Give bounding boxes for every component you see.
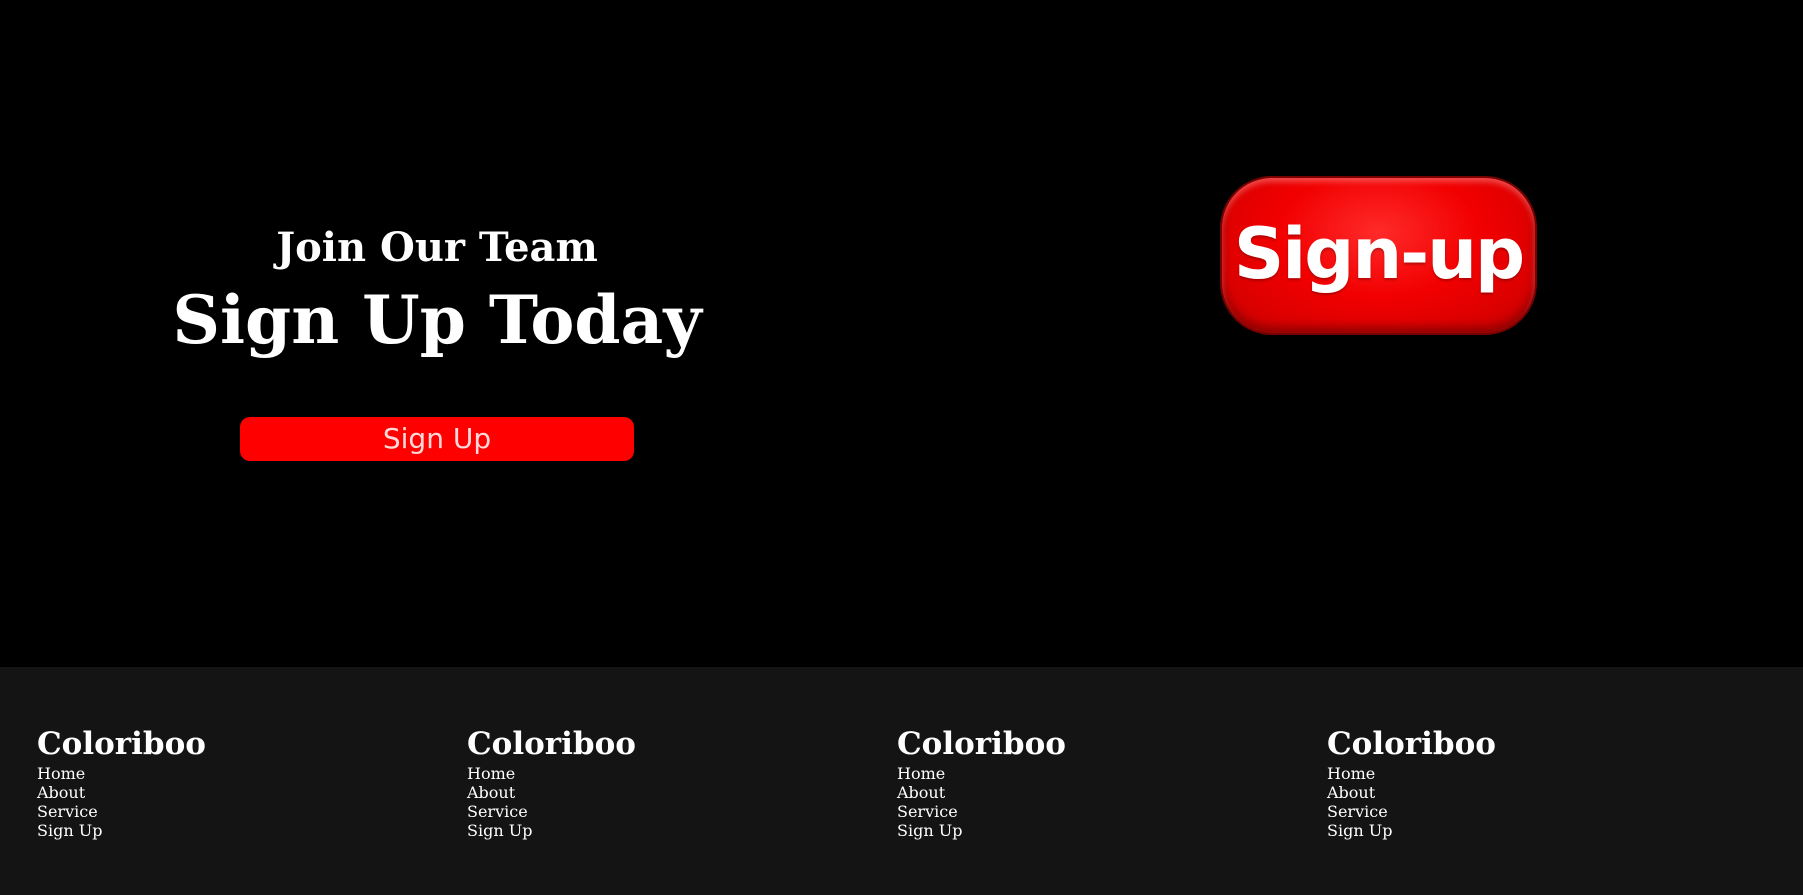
footer-link-sign-up[interactable]: Sign Up [37,821,457,840]
sign-up-button[interactable]: Sign Up [240,417,634,461]
footer-link-home[interactable]: Home [897,764,1317,783]
footer-link-item: Home [467,764,887,783]
footer-column: Coloriboo Home About Service Sign Up [467,725,887,840]
footer-link-item: Service [897,802,1317,821]
sign-up-graphic-text: Sign-up [1233,212,1525,295]
hero-image-block: Sign-up [874,0,1803,667]
sign-up-graphic: Sign-up [1222,178,1535,333]
footer-links: Home About Service Sign Up [37,764,457,840]
footer-column: Coloriboo Home About Service Sign Up [897,725,1317,840]
footer-link-service[interactable]: Service [897,802,1317,821]
footer-brand: Coloriboo [37,726,206,762]
hero-headline: Sign Up Today [172,281,702,359]
footer-link-home[interactable]: Home [467,764,887,783]
footer-link-sign-up[interactable]: Sign Up [467,821,887,840]
footer-link-home[interactable]: Home [1327,764,1747,783]
footer-brand: Coloriboo [467,726,636,762]
footer-column: Coloriboo Home About Service Sign Up [1327,725,1747,840]
footer-link-home[interactable]: Home [37,764,457,783]
hero-text-block: Join Our Team Sign Up Today Sign Up [0,0,874,667]
hero-kicker: Join Our Team [276,224,598,271]
footer-link-item: About [467,783,887,802]
footer-link-item: Sign Up [897,821,1317,840]
footer-link-item: About [1327,783,1747,802]
footer: Coloriboo Home About Service Sign Up Col… [0,667,1803,895]
footer-link-item: Home [897,764,1317,783]
footer-link-item: Home [1327,764,1747,783]
footer-link-service[interactable]: Service [1327,802,1747,821]
footer-link-item: Service [467,802,887,821]
footer-link-item: Sign Up [37,821,457,840]
footer-link-item: Sign Up [467,821,887,840]
footer-link-item: About [897,783,1317,802]
footer-link-about[interactable]: About [1327,783,1747,802]
footer-links: Home About Service Sign Up [897,764,1317,840]
footer-links: Home About Service Sign Up [467,764,887,840]
footer-link-item: Home [37,764,457,783]
footer-column: Coloriboo Home About Service Sign Up [37,725,457,840]
footer-link-item: Sign Up [1327,821,1747,840]
footer-link-sign-up[interactable]: Sign Up [1327,821,1747,840]
footer-link-service[interactable]: Service [37,802,457,821]
footer-link-service[interactable]: Service [467,802,887,821]
footer-links: Home About Service Sign Up [1327,764,1747,840]
footer-link-item: About [37,783,457,802]
footer-link-about[interactable]: About [467,783,887,802]
footer-brand: Coloriboo [897,726,1066,762]
hero-section: Join Our Team Sign Up Today Sign Up Sign… [0,0,1803,667]
footer-link-about[interactable]: About [897,783,1317,802]
footer-link-about[interactable]: About [37,783,457,802]
footer-link-sign-up[interactable]: Sign Up [897,821,1317,840]
footer-link-item: Service [37,802,457,821]
footer-link-item: Service [1327,802,1747,821]
footer-brand: Coloriboo [1327,726,1496,762]
